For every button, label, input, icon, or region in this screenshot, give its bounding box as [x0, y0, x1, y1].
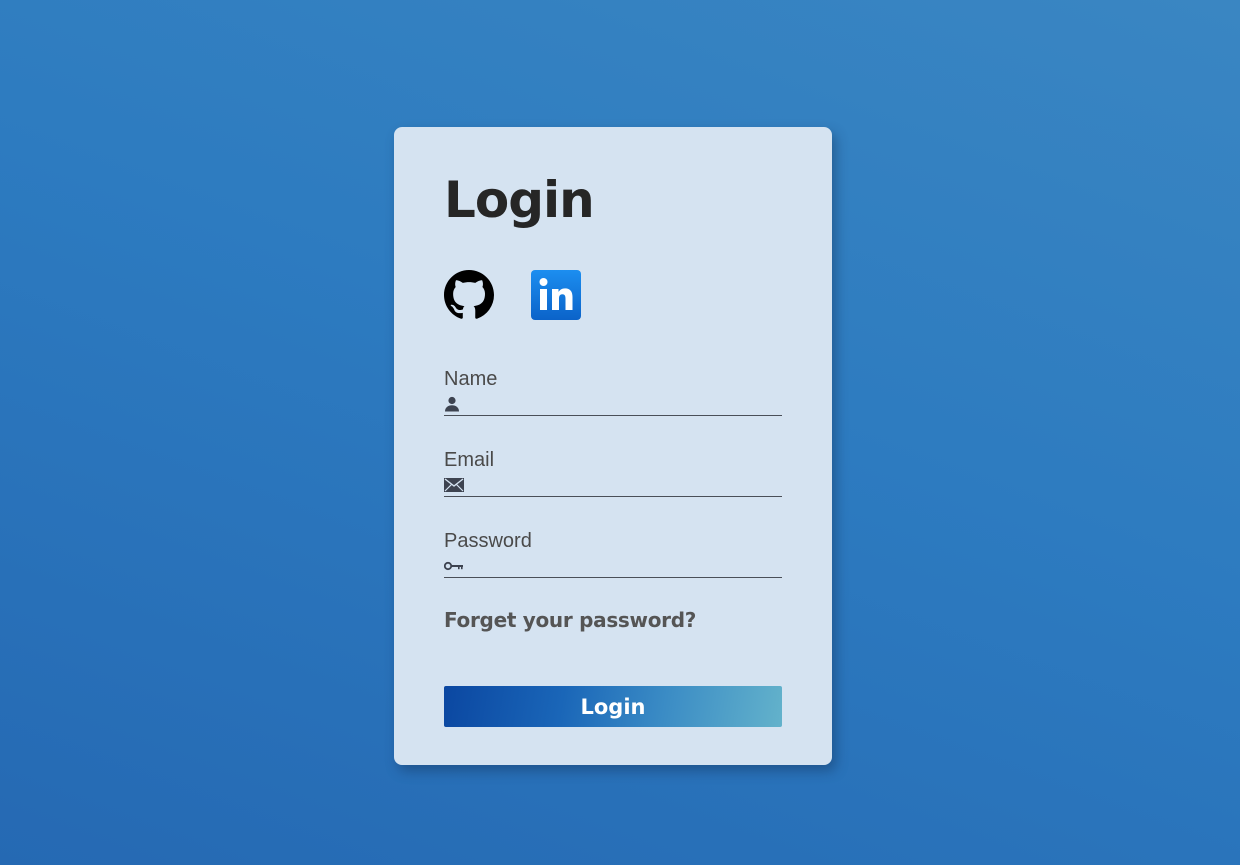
envelope-icon — [444, 476, 464, 494]
login-card: Login Name Email Password Forget your pa… — [394, 127, 832, 765]
linkedin-icon — [531, 270, 581, 320]
password-field: Password — [444, 530, 782, 578]
email-input[interactable] — [464, 475, 782, 495]
password-input[interactable] — [464, 556, 782, 576]
page-title: Login — [444, 171, 595, 229]
login-button[interactable]: Login — [444, 686, 782, 727]
name-input[interactable] — [464, 394, 782, 414]
email-label: Email — [444, 449, 495, 471]
user-icon — [444, 395, 464, 413]
github-login-button[interactable] — [444, 270, 494, 320]
forgot-password-link[interactable]: Forget your password? — [444, 608, 696, 632]
github-icon — [444, 270, 494, 319]
linkedin-login-button[interactable] — [531, 270, 581, 320]
name-field: Name — [444, 368, 782, 416]
name-label: Name — [444, 368, 498, 390]
password-input-row — [444, 555, 782, 578]
email-input-row — [444, 474, 782, 497]
password-label: Password — [444, 530, 532, 552]
key-icon — [444, 557, 464, 575]
email-field: Email — [444, 449, 782, 497]
social-login-row — [444, 270, 581, 320]
name-input-row — [444, 393, 782, 416]
